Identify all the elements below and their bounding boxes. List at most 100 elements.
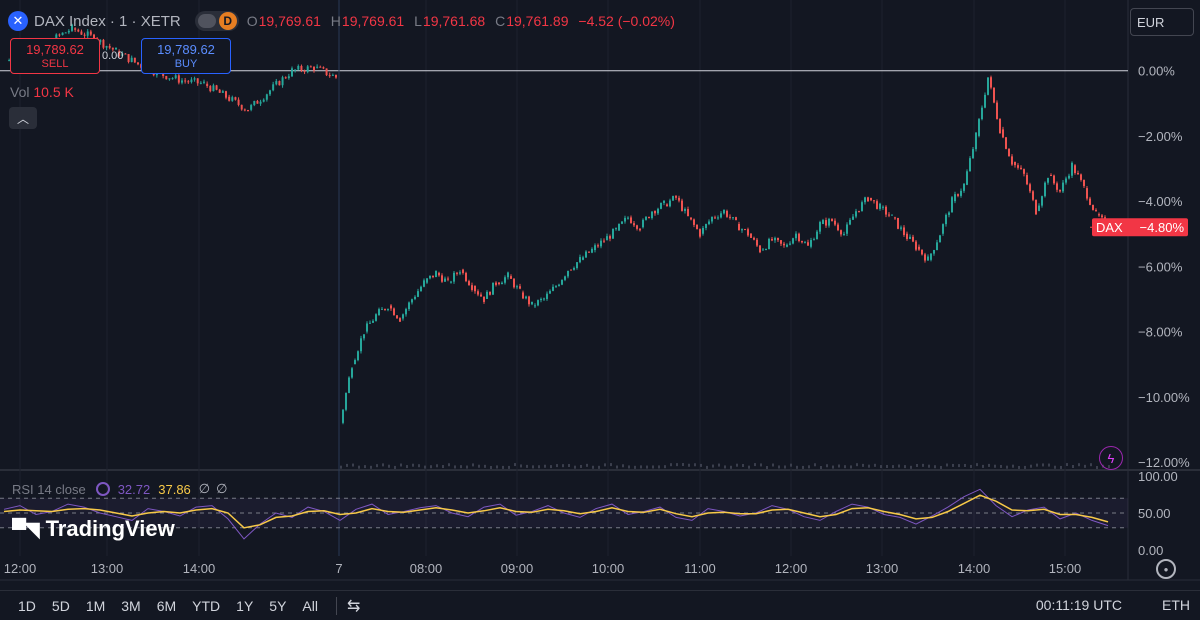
symbol-header[interactable]: ✕ DAX Index · 1 · XETR D O19,769.61 H19,… xyxy=(8,10,681,32)
volume-bar xyxy=(1036,463,1038,467)
volume-bar xyxy=(922,463,924,467)
range-ytd[interactable]: YTD xyxy=(184,598,228,614)
settings-icon[interactable]: ● xyxy=(1156,559,1176,579)
candle-body xyxy=(193,78,196,80)
volume-bar xyxy=(580,464,582,468)
range-6m[interactable]: 6M xyxy=(149,598,184,614)
ohlc-high: 19,769.61 xyxy=(341,13,405,29)
collapse-legend-button[interactable]: ︿ xyxy=(9,107,37,129)
candle-body xyxy=(975,132,977,150)
candle-body xyxy=(786,244,788,247)
volume-bar xyxy=(346,463,348,467)
candle-body xyxy=(948,212,950,215)
candle-body xyxy=(325,68,328,76)
candle-body xyxy=(58,34,61,36)
range-all[interactable]: All xyxy=(294,598,326,614)
volume-bar xyxy=(550,465,552,469)
candle-body xyxy=(858,210,860,212)
volume-bar xyxy=(364,465,366,469)
range-1y[interactable]: 1Y xyxy=(228,598,261,614)
candle-body xyxy=(243,109,246,111)
candle-body xyxy=(190,79,193,83)
volume-legend[interactable]: Vol 10.5 K xyxy=(10,84,74,100)
range-5d[interactable]: 5D xyxy=(44,598,78,614)
range-1d[interactable]: 1D xyxy=(0,598,44,614)
candle-body xyxy=(102,39,105,48)
range-5y[interactable]: 5Y xyxy=(261,598,294,614)
candle-body xyxy=(744,229,746,231)
candle-body xyxy=(642,219,644,228)
candle-body xyxy=(384,308,386,310)
candle-body xyxy=(444,278,446,282)
range-1m[interactable]: 1M xyxy=(78,598,113,614)
candle-body xyxy=(1089,198,1091,205)
rsi-settings-icon[interactable] xyxy=(95,482,110,496)
candle-body xyxy=(819,222,821,232)
volume-bar xyxy=(760,463,762,467)
candle-body xyxy=(1065,178,1067,183)
x-tick-label: 11:00 xyxy=(684,561,716,576)
date-range-icon[interactable]: ⇆ xyxy=(347,596,360,616)
range-3m[interactable]: 3M xyxy=(113,598,148,614)
ohlc-low: 19,761.68 xyxy=(422,13,486,29)
candle-body xyxy=(313,67,315,71)
candle-body xyxy=(513,278,515,288)
candle-body xyxy=(237,99,240,105)
ohlc-close: 19,761.89 xyxy=(506,13,569,29)
candle-body xyxy=(331,74,334,76)
candle-body xyxy=(297,66,300,70)
volume-bar xyxy=(622,464,624,468)
volume-bar xyxy=(1030,464,1032,468)
candle-body xyxy=(705,224,707,228)
volume-bar xyxy=(370,465,372,469)
clock[interactable]: 00:11:19 UTC xyxy=(1036,597,1122,613)
candle-body xyxy=(275,81,278,85)
currency-button[interactable]: EUR xyxy=(1130,8,1194,36)
volume-bar xyxy=(832,465,834,469)
rsi-legend[interactable]: RSI 14 close 32.72 37.86 ∅ ∅ xyxy=(12,481,233,497)
y-tick-label: 0.00% xyxy=(1138,64,1175,79)
candle-body xyxy=(846,224,848,234)
candle-body xyxy=(675,196,677,198)
session-toggle[interactable]: D xyxy=(194,11,239,31)
volume-bar xyxy=(898,464,900,468)
volume-bar xyxy=(874,463,876,467)
candle-body xyxy=(360,338,362,352)
x-tick-label: 12:00 xyxy=(4,561,37,576)
candle-body xyxy=(420,286,422,292)
buy-button[interactable]: 19,789.62 BUY xyxy=(141,38,231,74)
candle-body xyxy=(657,208,659,214)
x-icon: ✕ xyxy=(8,11,28,31)
candle-body xyxy=(558,284,560,286)
volume-bar xyxy=(1000,464,1002,468)
volume-bar xyxy=(562,464,564,468)
volume-bar xyxy=(946,463,948,467)
candle-body xyxy=(873,200,875,202)
volume-bar xyxy=(634,465,636,469)
candle-body xyxy=(579,257,581,263)
sell-button[interactable]: 19,789.62 SELL xyxy=(10,38,100,74)
candle-body xyxy=(328,75,331,77)
volume-bar xyxy=(514,463,516,467)
candle-body xyxy=(690,217,692,220)
candle-body xyxy=(1050,175,1052,177)
volume-bar xyxy=(442,465,444,469)
candle-body xyxy=(504,277,506,283)
volume-bar xyxy=(784,465,786,469)
candle-body xyxy=(519,286,521,289)
symbol-title[interactable]: DAX Index · 1 · XETR xyxy=(34,13,181,30)
x-tick-label: 10:00 xyxy=(592,561,625,576)
candle-body xyxy=(209,86,212,92)
candle-body xyxy=(825,220,827,226)
sell-price: 19,789.62 xyxy=(26,42,84,57)
session-eth[interactable]: ETH xyxy=(1162,597,1190,613)
volume-bar xyxy=(916,463,918,467)
candle-body xyxy=(972,149,974,159)
lightning-icon[interactable]: ϟ xyxy=(1099,446,1123,470)
volume-bar xyxy=(754,463,756,467)
candle-body xyxy=(678,197,680,201)
candle-body xyxy=(1077,173,1079,175)
candle-body xyxy=(588,251,590,253)
candle-body xyxy=(573,268,575,270)
chart-canvas[interactable]: 12:00 13:00 14:00 7 08:00 09:00 10:00 11:00 12:0… xyxy=(0,0,1200,620)
